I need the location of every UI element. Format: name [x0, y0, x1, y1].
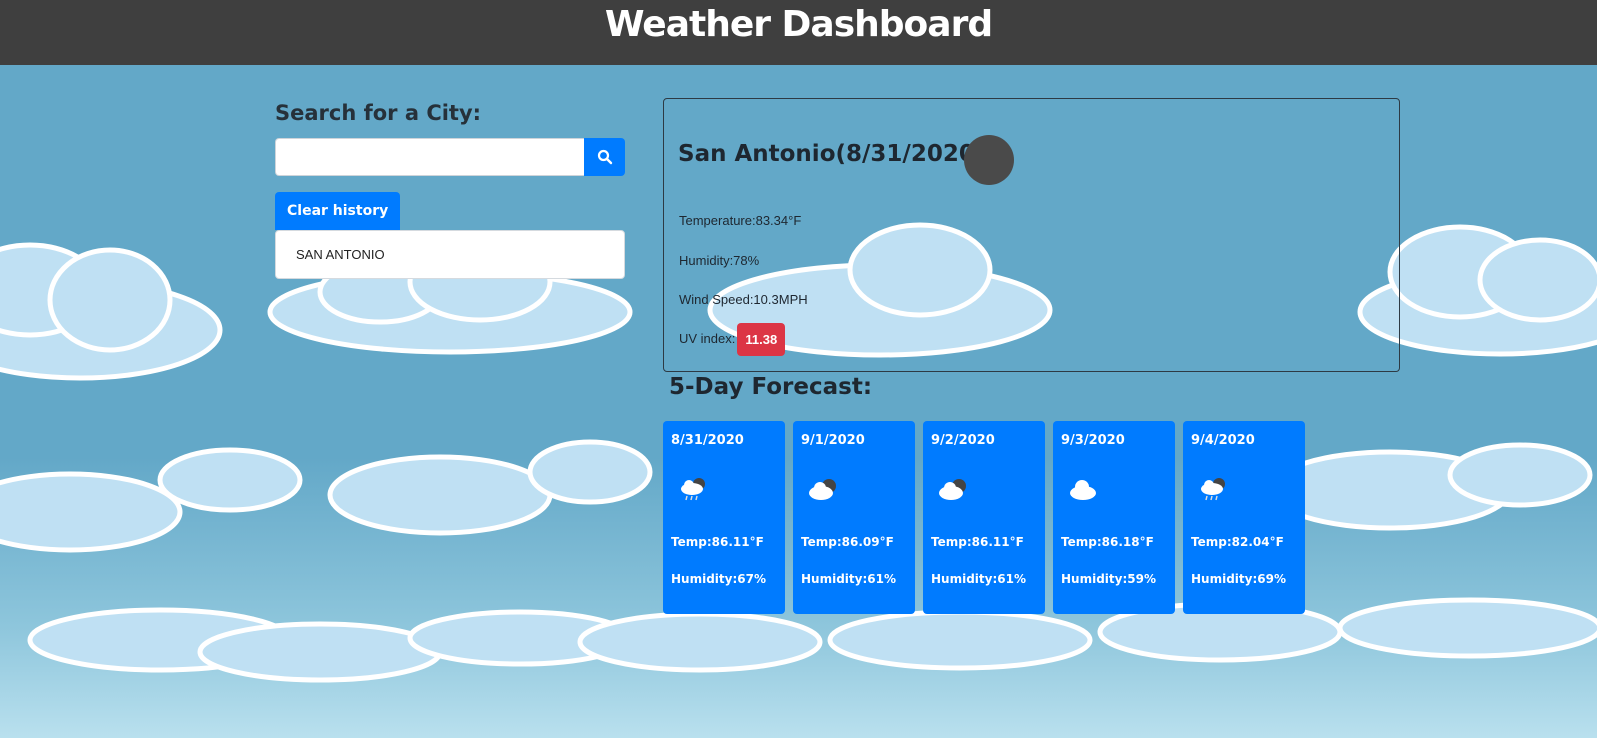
forecast-humidity: Humidity:61% — [931, 572, 1026, 586]
current-temperature: Temperature:83.34°F — [679, 213, 802, 228]
forecast-row: 8/31/2020 Temp:86.11°F Humidity:67% 9/1/… — [663, 421, 1313, 614]
current-humidity: Humidity:78% — [679, 253, 760, 268]
search-button[interactable] — [584, 138, 625, 176]
search-heading: Search for a City: — [275, 101, 482, 125]
forecast-humidity: Humidity:61% — [801, 572, 896, 586]
forecast-temp: Temp:86.09°F — [801, 535, 894, 549]
current-weather-card: San Antonio(8/31/2020) Temperature:83.34… — [663, 98, 1400, 372]
uv-index-badge: 11.38 — [737, 323, 786, 356]
forecast-date: 8/31/2020 — [671, 433, 744, 448]
partly-cloudy-icon — [809, 479, 836, 500]
forecast-humidity: Humidity:59% — [1061, 572, 1156, 586]
current-uv-row: UV index: 11.38 — [679, 323, 786, 356]
rain-cloud-icon — [681, 478, 705, 501]
forecast-card: 9/2/2020 Temp:86.11°F Humidity:61% — [923, 421, 1045, 614]
rain-cloud-icon — [1201, 478, 1225, 501]
app-header: Weather Dashboard — [0, 0, 1597, 65]
forecast-date: 9/2/2020 — [931, 433, 995, 448]
page-title: Weather Dashboard — [604, 4, 993, 45]
forecast-date: 9/1/2020 — [801, 433, 865, 448]
forecast-temp: Temp:86.18°F — [1061, 535, 1154, 549]
clear-history-button[interactable]: Clear history — [275, 192, 401, 230]
partly-cloudy-icon — [939, 479, 966, 500]
forecast-card: 8/31/2020 Temp:86.11°F Humidity:67% — [663, 421, 785, 614]
current-city-title: San Antonio(8/31/2020) — [678, 141, 986, 167]
current-wind-speed: Wind Speed:10.3MPH — [679, 292, 808, 307]
forecast-card: 9/1/2020 Temp:86.09°F Humidity:61% — [793, 421, 915, 614]
forecast-date: 9/3/2020 — [1061, 433, 1125, 448]
forecast-card: 9/4/2020 Temp:82.04°F Humidity:69% — [1183, 421, 1305, 614]
forecast-humidity: Humidity:67% — [671, 572, 766, 586]
city-search-input[interactable] — [275, 138, 584, 176]
forecast-humidity: Humidity:69% — [1191, 572, 1286, 586]
history-item[interactable]: SAN ANTONIO — [275, 230, 625, 279]
forecast-temp: Temp:82.04°F — [1191, 535, 1284, 549]
search-history-list: SAN ANTONIO — [275, 230, 625, 279]
search-bar — [275, 138, 625, 176]
forecast-temp: Temp:86.11°F — [671, 535, 764, 549]
weather-icon — [964, 135, 1014, 185]
forecast-date: 9/4/2020 — [1191, 433, 1255, 448]
cloud-icon — [1070, 480, 1096, 500]
search-icon — [597, 149, 612, 165]
forecast-heading: 5-Day Forecast: — [669, 374, 873, 400]
uv-label: UV index: — [679, 330, 736, 346]
forecast-card: 9/3/2020 Temp:86.18°F Humidity:59% — [1053, 421, 1175, 614]
forecast-temp: Temp:86.11°F — [931, 535, 1024, 549]
